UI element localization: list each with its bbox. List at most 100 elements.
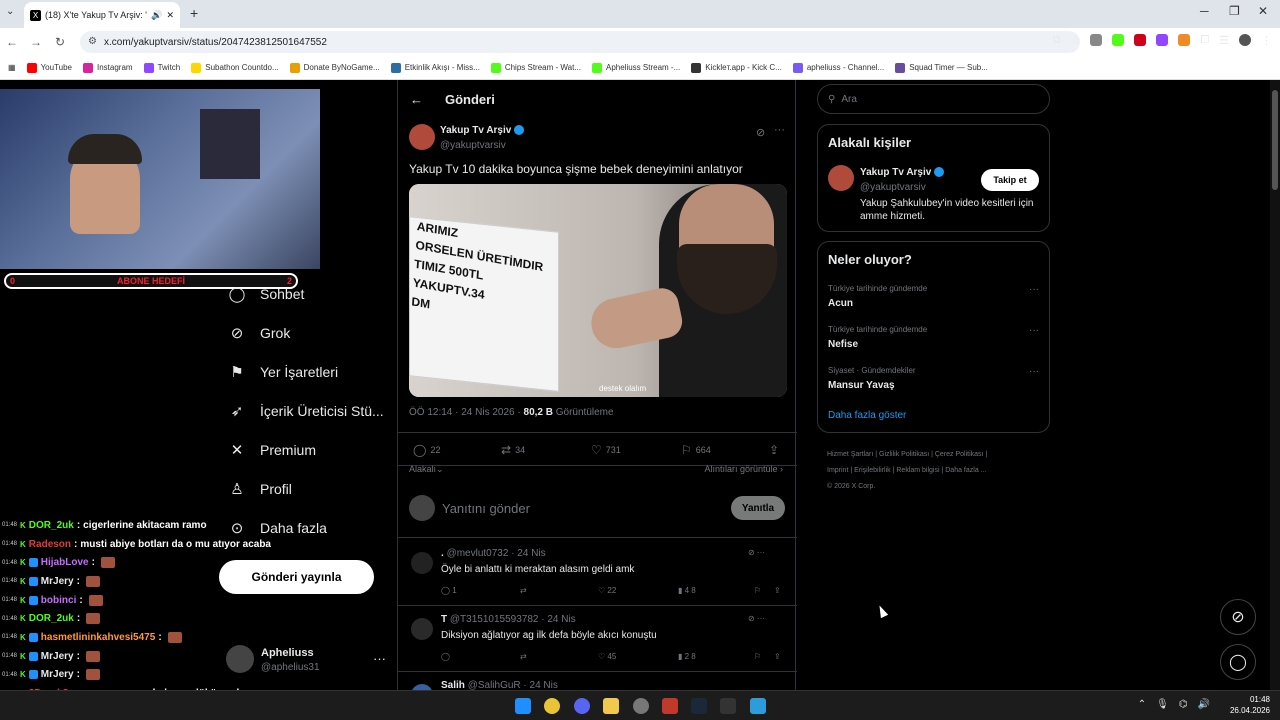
bookmark-item[interactable]: Squad Timer — Sub... xyxy=(895,62,988,73)
system-tray[interactable]: ⌃ 🎙 ⌬ 🔊 xyxy=(1138,699,1210,710)
more-dots-icon[interactable]: ··· xyxy=(1029,325,1039,336)
bookmark-item[interactable]: YouTube xyxy=(26,62,72,73)
back-button[interactable]: ← xyxy=(0,35,24,49)
grok-icon[interactable]: ⊘ ··· xyxy=(748,548,765,557)
nav-premium[interactable]: ✕ Premium xyxy=(228,441,316,459)
forward-button[interactable]: → xyxy=(24,35,48,49)
steam-icon[interactable] xyxy=(691,698,707,714)
grok-icon[interactable]: ⊘ xyxy=(756,126,765,139)
extension-twitch-icon[interactable] xyxy=(1156,34,1169,46)
site-info-icon[interactable]: ⚙ xyxy=(88,36,97,47)
bookmark-item[interactable]: Twitch xyxy=(143,62,180,73)
nav-creator-studio[interactable]: ➶ İçerik Üreticisi Stü... xyxy=(228,402,384,420)
like-button[interactable]: ♡ 22 xyxy=(598,586,616,595)
footer-links[interactable]: Hizmet Şartları | Gizlilik Politikası | … xyxy=(827,447,1047,495)
close-window-button[interactable]: ✕ xyxy=(1258,4,1268,18)
profile-avatar[interactable] xyxy=(1239,34,1251,46)
more-dots-icon[interactable]: ··· xyxy=(774,124,785,136)
extension-orange-icon[interactable] xyxy=(1178,34,1191,46)
like-button[interactable]: ♡ 45 xyxy=(598,652,616,661)
trend-item[interactable]: Türkiye tarihinde gündemde Acun xyxy=(828,284,927,309)
grok-icon[interactable]: ⊘ ··· xyxy=(748,614,765,623)
new-tab-button[interactable]: + xyxy=(190,5,198,21)
views-stat[interactable]: ▮ 4 8 xyxy=(678,586,696,595)
search-input[interactable]: ⚲ Ara xyxy=(817,84,1050,114)
bookmark-item[interactable]: Kickleт.app - Kick C... xyxy=(691,62,782,73)
scrollbar-thumb[interactable] xyxy=(1272,90,1278,190)
bookmark-item[interactable]: Instagram xyxy=(83,62,133,73)
nav-grok[interactable]: ⊘ Grok xyxy=(228,324,291,342)
tab-search-icon[interactable]: ⌄ xyxy=(6,6,14,17)
reload-button[interactable]: ↻ xyxy=(48,35,72,49)
extension-kick-icon[interactable] xyxy=(1112,34,1125,46)
app-icon[interactable] xyxy=(662,698,678,714)
tab-close-icon[interactable]: ✕ xyxy=(166,10,174,21)
repost-button[interactable]: ⇄ xyxy=(520,586,527,595)
post-handle[interactable]: @yakuptvarsiv xyxy=(440,140,506,151)
share-button[interactable]: ⇪ xyxy=(774,586,781,595)
views-stat[interactable]: ▮ 2 8 xyxy=(678,652,696,661)
post-video[interactable]: ARIMIZ ORSELEN ÜRETİMDIR TIMIZ 500TL YAKUPT… xyxy=(409,184,787,397)
reply-button[interactable]: ◯ 22 xyxy=(413,443,440,457)
share-button[interactable]: ⇪ xyxy=(769,443,779,457)
bookmark-item[interactable]: apheliuss - Channel... xyxy=(792,62,884,73)
sort-dropdown[interactable]: Alakalı⌄ xyxy=(409,464,444,475)
address-bar[interactable]: ⚙ x.com/yakuptvarsiv/status/204742381250… xyxy=(80,31,1080,53)
related-name[interactable]: Yakup Tv Arşiv xyxy=(860,167,945,178)
page-scrollbar[interactable] xyxy=(1270,80,1280,690)
bookmark-star-icon[interactable]: ☆ xyxy=(1070,34,1080,47)
reply-button[interactable]: ◯ xyxy=(441,652,450,661)
avatar[interactable] xyxy=(828,165,854,191)
minimize-button[interactable]: ─ xyxy=(1200,4,1209,18)
reading-list-icon[interactable]: ☰ xyxy=(1219,34,1229,47)
related-handle[interactable]: @yakuptvarsiv xyxy=(860,182,926,193)
extension-opera-icon[interactable] xyxy=(1134,34,1147,46)
bookmark-item[interactable]: Subathon Countdo... xyxy=(191,62,279,73)
repost-button[interactable]: ⇄ xyxy=(520,652,527,661)
messages-fab-button[interactable]: ◯ xyxy=(1220,644,1256,680)
maximize-button[interactable]: ❐ xyxy=(1229,4,1240,18)
back-arrow-icon[interactable]: ← xyxy=(410,92,423,107)
list-item[interactable]: . @mevlut0732 · 24 Nis Öyle bi anlattı k… xyxy=(398,540,797,606)
apps-grid-icon[interactable]: ▦ xyxy=(8,63,16,72)
start-menu-icon[interactable] xyxy=(515,698,531,714)
bookmark-button[interactable]: ⚐ 664 xyxy=(681,443,711,457)
extension-shield-icon[interactable] xyxy=(1090,34,1103,46)
clock[interactable]: 01:48 26.04.2026 xyxy=(1230,694,1270,716)
nav-profile[interactable]: ♙ Profil xyxy=(228,480,292,498)
bookmark-button[interactable]: ⚐ xyxy=(754,586,761,595)
reply-button[interactable]: ◯ 1 xyxy=(441,586,457,595)
avatar[interactable] xyxy=(411,552,433,574)
more-dots-icon[interactable]: ··· xyxy=(1029,366,1039,377)
obs-icon[interactable] xyxy=(633,698,649,714)
chrome-icon[interactable] xyxy=(544,698,560,714)
file-explorer-icon[interactable] xyxy=(603,698,619,714)
bookmark-button[interactable]: ⚐ xyxy=(754,652,761,661)
list-item[interactable]: T @T3151015593782 · 24 Nis Diksiyon ağla… xyxy=(398,606,797,672)
epic-games-icon[interactable] xyxy=(720,698,736,714)
nav-chat[interactable]: ◯ Sohbet xyxy=(228,285,305,303)
reply-submit-button[interactable]: Yanıtla xyxy=(731,496,785,520)
grok-fab-button[interactable]: ⊘ xyxy=(1220,599,1256,635)
more-dots-icon[interactable]: ··· xyxy=(1029,284,1039,295)
show-more-link[interactable]: Daha fazla göster xyxy=(828,410,906,421)
like-button[interactable]: ♡ 731 xyxy=(591,443,621,457)
bookmark-item[interactable]: Apheliuss Stream -... xyxy=(591,62,680,73)
trend-item[interactable]: Türkiye tarihinde gündemde Nefise xyxy=(828,325,927,350)
app-icon[interactable] xyxy=(750,698,766,714)
tab-active[interactable]: X (18) X'te Yakup Tv Arşiv: "Ya 🔊 ✕ xyxy=(24,2,180,28)
post-author[interactable]: Yakup Tv Arşiv xyxy=(440,125,525,136)
discord-icon[interactable] xyxy=(574,698,590,714)
list-item[interactable]: Salih @SalihGuR · 24 Nis xyxy=(398,672,797,690)
bookmark-item[interactable]: Donate ByNoGame... xyxy=(289,62,380,73)
follow-button[interactable]: Takip et xyxy=(981,169,1039,191)
speaker-icon[interactable]: 🔊 xyxy=(151,10,162,21)
reply-input[interactable]: Yanıtını gönder xyxy=(442,501,530,516)
bookmark-item[interactable]: Etkinlik Akışı - Miss... xyxy=(390,62,480,73)
repost-button[interactable]: ⇄ 34 xyxy=(501,443,525,457)
avatar[interactable] xyxy=(411,618,433,640)
share-button[interactable]: ⇪ xyxy=(774,652,781,661)
nav-bookmarks[interactable]: ⚑ Yer İşaretleri xyxy=(228,363,338,381)
trend-item[interactable]: Siyaset · Gündemdekiler Mansur Yavaş xyxy=(828,366,916,391)
extensions-puzzle-icon[interactable]: ⧠ xyxy=(1200,34,1209,47)
